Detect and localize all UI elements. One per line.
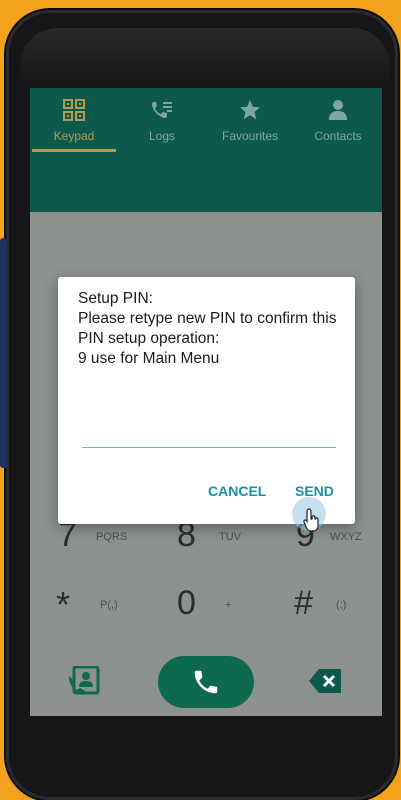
key-digit: * [56, 584, 71, 625]
call-button[interactable] [158, 656, 254, 708]
phone-handset-icon [194, 670, 218, 694]
key-hash[interactable]: # (;) [264, 578, 381, 638]
setup-pin-dialog: Setup PIN: Please retype new PIN to conf… [58, 277, 355, 524]
phone-sheen [20, 28, 390, 88]
cancel-button[interactable]: CANCEL [208, 483, 266, 499]
active-tab-indicator [32, 149, 116, 152]
logs-icon [152, 102, 172, 118]
backspace-icon [309, 669, 341, 693]
key-letters: P(,) [100, 599, 118, 611]
send-button[interactable]: SEND [295, 483, 334, 499]
dialer-action-bar [30, 656, 382, 716]
app-header: Keypad Logs Favourites Contacts [30, 88, 382, 212]
tab-contacts[interactable]: Contacts [294, 88, 382, 152]
keypad-row: * P(,) 0 + # (;) [30, 578, 382, 638]
tab-favourites[interactable]: Favourites [206, 88, 294, 152]
key-letters: TUV [219, 531, 241, 543]
contact-person-icon [329, 100, 347, 120]
tab-label: Favourites [221, 129, 279, 143]
key-letters: WXYZ [330, 531, 362, 543]
pin-input[interactable] [82, 423, 336, 448]
key-digit: # [294, 584, 313, 622]
keypad-icon [63, 99, 85, 121]
phone-side-button [0, 238, 7, 468]
tab-logs[interactable]: Logs [118, 88, 206, 152]
tab-keypad[interactable]: Keypad [30, 88, 118, 152]
contacts-book-icon [69, 665, 100, 695]
tab-bar: Keypad Logs Favourites Contacts [30, 88, 382, 152]
key-digit: 0 [177, 584, 196, 622]
key-0[interactable]: 0 + [147, 578, 264, 638]
key-letters: (;) [336, 599, 347, 611]
dialog-message: Setup PIN: Please retype new PIN to conf… [78, 290, 337, 367]
tab-label: Contacts [314, 129, 362, 143]
backspace-button[interactable] [308, 668, 342, 699]
key-letters: PQRS [96, 531, 128, 543]
hand-cursor-icon [303, 508, 319, 532]
key-star[interactable]: * P(,) [30, 578, 147, 638]
star-icon [240, 100, 260, 120]
contacts-book-button[interactable] [68, 665, 102, 701]
tab-label: Keypad [53, 129, 95, 143]
key-letters: + [225, 599, 232, 611]
tab-label: Logs [148, 129, 176, 143]
